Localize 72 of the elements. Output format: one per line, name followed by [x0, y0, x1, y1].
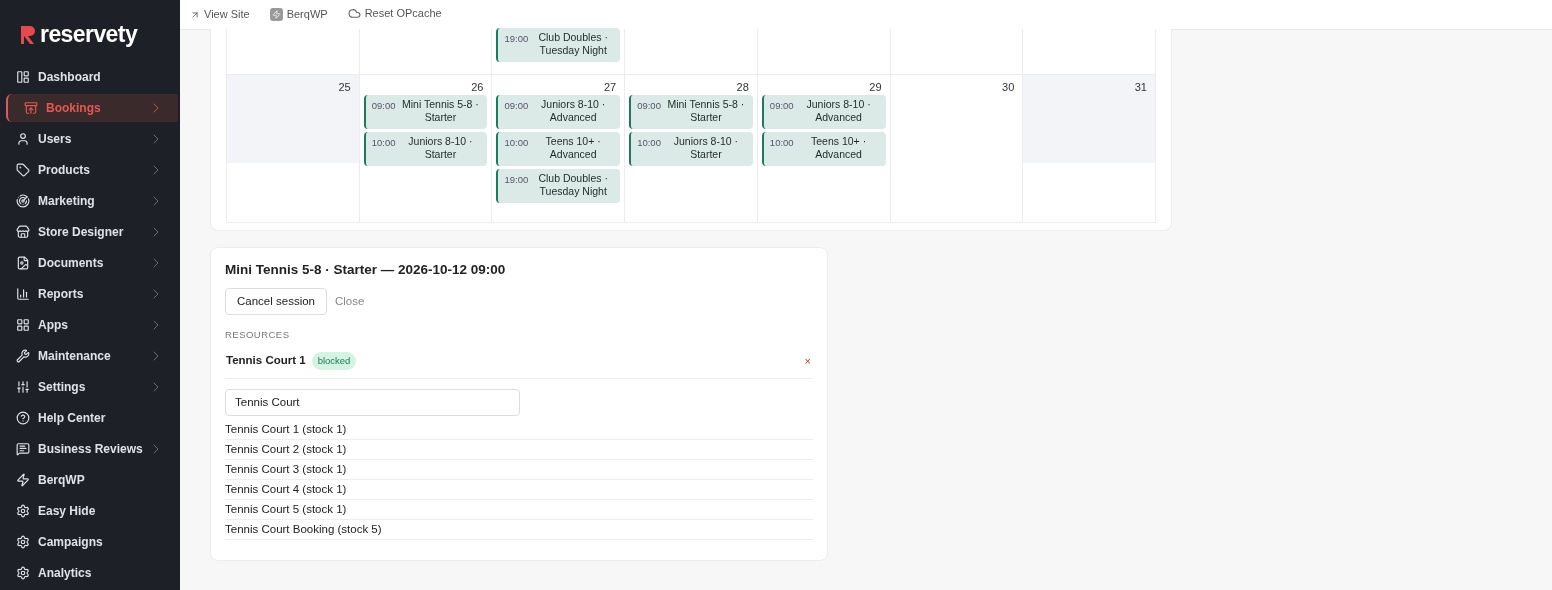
bar-chart-icon: [16, 287, 30, 301]
result-item[interactable]: Tennis Court 3 (stock 1): [225, 459, 813, 480]
day-number: 29: [869, 80, 883, 95]
sidebar-item[interactable]: Settings: [0, 373, 178, 401]
sidebar-item[interactable]: Store Designer: [0, 218, 178, 246]
calendar-event[interactable]: 10:00 Teens 10+ · Advanced: [496, 132, 621, 166]
layout-icon: [16, 70, 30, 84]
help-icon: [16, 411, 30, 425]
sidebar-item[interactable]: Bookings: [6, 94, 178, 122]
calendar-event[interactable]: 09:00 Juniors 8-10 · Advanced: [761, 95, 886, 129]
document-icon: [16, 256, 30, 270]
calendar-event[interactable]: 10:00 Teens 10+ · Advanced: [761, 132, 886, 166]
search-field[interactable]: Tennis Court: [225, 388, 520, 416]
close-button[interactable]: Close: [335, 293, 365, 311]
section-heading: RESOURCES: [225, 328, 291, 343]
session-title: Mini Tennis 5-8 · Starter — 2026-10-12 09:00: [225, 261, 507, 279]
calendar-event[interactable]: 19:00 Club Doubles · Tuesday Night: [496, 28, 621, 62]
result-item[interactable]: Tennis Court Booking (stock 5): [225, 519, 813, 540]
cloud-icon: [347, 6, 361, 20]
sidebar-item[interactable]: Products: [0, 156, 178, 184]
logo-icon: [19, 23, 36, 46]
sidebar-item[interactable]: Help Center: [0, 404, 178, 432]
toolbar-link[interactable]: BerqWP: [269, 6, 328, 23]
sidebar-item[interactable]: Analytics: [0, 559, 178, 587]
sidebar-item[interactable]: Marketing: [0, 187, 178, 215]
day-number: 27: [603, 80, 618, 95]
gear-icon: [16, 566, 30, 580]
result-item[interactable]: Tennis Court 2 (stock 1): [225, 439, 813, 460]
sidebar-item[interactable]: Business Reviews: [0, 435, 178, 463]
sidebar-item[interactable]: Dashboard: [0, 63, 178, 91]
target-icon: [16, 194, 30, 208]
gear-icon: [16, 504, 30, 518]
bolt-icon: [269, 8, 283, 21]
sliders-icon: [16, 380, 30, 394]
gear-icon: [16, 535, 30, 549]
chat-icon: [16, 442, 30, 456]
grid-icon: [16, 318, 30, 332]
day-number: 30: [1002, 80, 1016, 95]
sidebar-item[interactable]: Easy Hide: [0, 497, 178, 525]
sidebar-item[interactable]: Users: [0, 125, 178, 153]
sidebar-item[interactable]: Reports: [0, 280, 178, 308]
result-item[interactable]: Tennis Court 5 (stock 1): [225, 499, 813, 520]
wrench-icon: [16, 349, 30, 363]
day-number: 28: [736, 80, 750, 95]
sidebar-item[interactable]: Documents: [0, 249, 178, 277]
sidebar-item[interactable]: Campaigns: [0, 528, 178, 556]
arrow-icon: [190, 9, 200, 20]
day-number: 31: [1134, 80, 1148, 95]
calendar-event[interactable]: 10:00 Juniors 8-10 · Starter: [629, 132, 753, 166]
day-number: 25: [338, 80, 352, 95]
resource-name: Tennis Court 1: [226, 353, 306, 369]
result-item[interactable]: Tennis Court 1 (stock 1): [225, 419, 813, 440]
brand-name: reservety: [40, 23, 138, 46]
status-badge: blocked: [311, 351, 357, 371]
toolbar-link[interactable]: Reset OPcache: [347, 4, 442, 22]
day-number: 26: [471, 80, 485, 95]
bolt-icon: [16, 473, 30, 487]
sidebar-item[interactable]: BerqWP: [0, 466, 178, 494]
result-item[interactable]: Tennis Court 4 (stock 1): [225, 479, 813, 500]
tag-icon: [16, 163, 30, 177]
calendar-event[interactable]: 19:00 Club Doubles · Tuesday Night: [496, 169, 621, 203]
cancel-session-button[interactable]: Cancel session: [225, 288, 327, 316]
calendar-event[interactable]: 10:00 Juniors 8-10 · Starter: [363, 132, 488, 166]
toolbar-link[interactable]: View Site: [190, 6, 250, 23]
sidebar-item[interactable]: Maintenance: [0, 342, 178, 370]
user-icon: [16, 132, 30, 146]
calendar-event[interactable]: 09:00 Mini Tennis 5-8 · Starter: [363, 95, 488, 129]
remove-button[interactable]: ×: [804, 352, 811, 370]
calendar-event[interactable]: 09:00 Juniors 8-10 · Advanced: [496, 95, 621, 129]
sidebar-item[interactable]: Apps: [0, 311, 178, 339]
calendar-event[interactable]: 09:00 Mini Tennis 5-8 · Starter: [629, 95, 753, 129]
store-icon: [16, 225, 30, 239]
